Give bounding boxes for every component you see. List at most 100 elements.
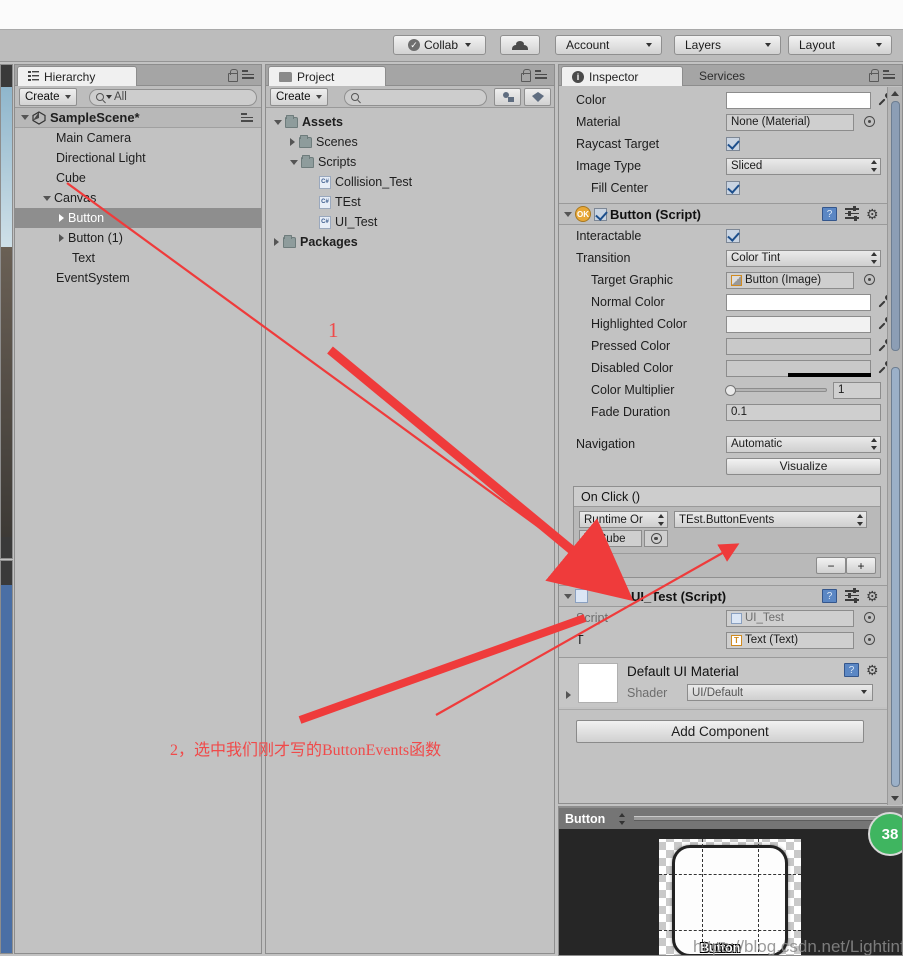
hierarchy-create-button[interactable]: Create xyxy=(19,88,77,106)
inspector-scroll-thumb[interactable] xyxy=(891,101,900,351)
project-item-assets[interactable]: Assets xyxy=(266,112,554,132)
chevron-down-icon[interactable] xyxy=(290,159,298,165)
add-component-button[interactable]: Add Component xyxy=(576,720,864,743)
lock-icon[interactable] xyxy=(227,69,238,82)
ui-test-script-header[interactable]: UI_Test (Script) ? ⚙ xyxy=(559,585,889,607)
image-type-dropdown[interactable]: Sliced xyxy=(726,157,881,175)
project-item-scenes[interactable]: Scenes xyxy=(266,132,554,152)
shader-dropdown[interactable]: UI/Default xyxy=(687,684,873,701)
chevron-down-icon[interactable] xyxy=(564,211,572,217)
tab-hierarchy[interactable]: Hierarchy xyxy=(17,66,137,86)
project-item-ui-test[interactable]: C# UI_Test xyxy=(266,212,554,232)
chevron-down-icon[interactable] xyxy=(564,593,572,599)
interactable-checkbox[interactable] xyxy=(726,229,740,243)
collab-button[interactable]: ✓ Collab xyxy=(393,35,486,55)
layout-dropdown[interactable]: Layout xyxy=(788,35,892,55)
scene-root-row[interactable]: SampleScene* xyxy=(15,108,261,128)
panel-menu-icon[interactable] xyxy=(535,70,549,80)
hierarchy-item-text[interactable]: Text xyxy=(15,248,261,268)
on-click-object-picker[interactable] xyxy=(644,530,668,547)
hierarchy-item-directional-light[interactable]: Directional Light xyxy=(15,148,261,168)
hierarchy-item-eventsystem[interactable]: EventSystem xyxy=(15,268,261,288)
panel-menu-icon[interactable] xyxy=(242,70,256,80)
target-graphic-field[interactable]: Button (Image) xyxy=(726,271,854,289)
chevron-right-icon[interactable] xyxy=(59,234,64,242)
on-click-remove-button[interactable]: − xyxy=(816,557,846,574)
help-book-icon[interactable]: ? xyxy=(822,207,837,221)
t-field[interactable]: T Text (Text) xyxy=(726,631,854,649)
hierarchy-item-button[interactable]: Button xyxy=(15,208,261,228)
object-picker-icon[interactable] xyxy=(864,116,875,127)
tab-services[interactable]: Services xyxy=(689,66,755,86)
hierarchy-item-button-1[interactable]: Button (1) xyxy=(15,228,261,248)
scene-view-sliver[interactable] xyxy=(0,64,13,559)
scroll-down-icon[interactable] xyxy=(891,796,899,801)
navigation-dropdown[interactable]: Automatic xyxy=(726,435,881,453)
on-click-runtime-dropdown[interactable]: Runtime Or xyxy=(579,511,668,528)
cloud-button[interactable] xyxy=(500,35,540,55)
material-field[interactable]: None (Material) xyxy=(726,113,854,131)
visualize-button[interactable]: Visualize xyxy=(726,457,881,475)
button-script-enabled-checkbox[interactable] xyxy=(594,207,607,221)
account-dropdown[interactable]: Account xyxy=(555,35,662,55)
preview-header[interactable]: Button xyxy=(559,807,902,829)
button-script-header[interactable]: OK Button (Script) ? ⚙ xyxy=(559,203,889,225)
help-book-icon[interactable]: ? xyxy=(844,663,859,677)
fade-duration-field[interactable]: 0.1 xyxy=(726,403,881,421)
preset-sliders-icon[interactable] xyxy=(845,588,859,603)
lock-icon[interactable] xyxy=(868,69,879,82)
object-picker-icon[interactable] xyxy=(864,634,875,645)
fill-center-checkbox[interactable] xyxy=(726,181,740,195)
preset-sliders-icon[interactable] xyxy=(845,206,859,221)
chevron-down-icon[interactable] xyxy=(274,119,282,125)
inspector-scrollbar[interactable] xyxy=(887,87,902,805)
scene-menu-icon[interactable] xyxy=(241,113,255,123)
preview-body[interactable]: Button https://blog.csdn.net/Lightinf xyxy=(559,829,902,955)
on-click-add-button[interactable]: + xyxy=(846,557,876,574)
gear-icon[interactable]: ⚙ xyxy=(866,663,880,677)
inspector-scroll-thumb-lower[interactable] xyxy=(891,367,900,787)
scroll-up-icon[interactable] xyxy=(891,91,899,96)
color-multiplier-slider[interactable] xyxy=(729,388,827,392)
project-item-test[interactable]: C# TEst xyxy=(266,192,554,212)
chevron-down-icon[interactable] xyxy=(43,195,51,201)
object-picker-icon[interactable] xyxy=(864,612,875,623)
project-item-scripts[interactable]: Scripts xyxy=(266,152,554,172)
project-search-input[interactable] xyxy=(344,88,487,106)
color-swatch[interactable] xyxy=(726,91,871,109)
lock-icon[interactable] xyxy=(520,69,531,82)
chevron-right-icon[interactable] xyxy=(290,138,295,146)
project-item-packages[interactable]: Packages xyxy=(266,232,554,252)
color-multiplier-knob[interactable] xyxy=(725,384,736,396)
hierarchy-item-main-camera[interactable]: Main Camera xyxy=(15,128,261,148)
normal-color-swatch[interactable] xyxy=(726,293,871,311)
hierarchy-item-canvas[interactable]: Canvas xyxy=(15,188,261,208)
on-click-object-field[interactable]: Cube xyxy=(579,530,642,547)
tab-inspector[interactable]: i Inspector xyxy=(561,66,683,86)
layers-dropdown[interactable]: Layers xyxy=(674,35,781,55)
tab-project[interactable]: Project xyxy=(268,66,386,86)
chevron-right-icon[interactable] xyxy=(274,238,279,246)
transition-dropdown[interactable]: Color Tint xyxy=(726,249,881,267)
game-view-sliver[interactable] xyxy=(0,560,13,954)
hierarchy-search-input[interactable]: All xyxy=(89,88,257,106)
object-picker-icon[interactable] xyxy=(864,274,875,285)
highlighted-color-swatch[interactable] xyxy=(726,315,871,333)
gear-icon[interactable]: ⚙ xyxy=(866,207,880,221)
help-book-icon[interactable]: ? xyxy=(822,589,837,603)
chevron-down-icon[interactable] xyxy=(21,115,29,120)
chevron-right-icon[interactable] xyxy=(59,214,64,222)
color-multiplier-value[interactable]: 1 xyxy=(833,381,881,399)
filter-by-type-button[interactable] xyxy=(494,88,521,106)
chevron-right-icon[interactable] xyxy=(566,691,571,699)
filter-by-label-button[interactable] xyxy=(524,88,551,106)
gear-icon[interactable]: ⚙ xyxy=(866,589,880,603)
raycast-target-checkbox[interactable] xyxy=(726,137,740,151)
pressed-color-swatch[interactable] xyxy=(726,337,871,355)
chevron-updown-icon[interactable] xyxy=(619,813,626,825)
on-click-function-dropdown[interactable]: TEst.ButtonEvents xyxy=(674,511,867,528)
project-create-button[interactable]: Create xyxy=(270,88,328,106)
project-item-collision-test[interactable]: C# Collision_Test xyxy=(266,172,554,192)
hierarchy-item-cube[interactable]: Cube xyxy=(15,168,261,188)
panel-menu-icon[interactable] xyxy=(883,70,897,80)
